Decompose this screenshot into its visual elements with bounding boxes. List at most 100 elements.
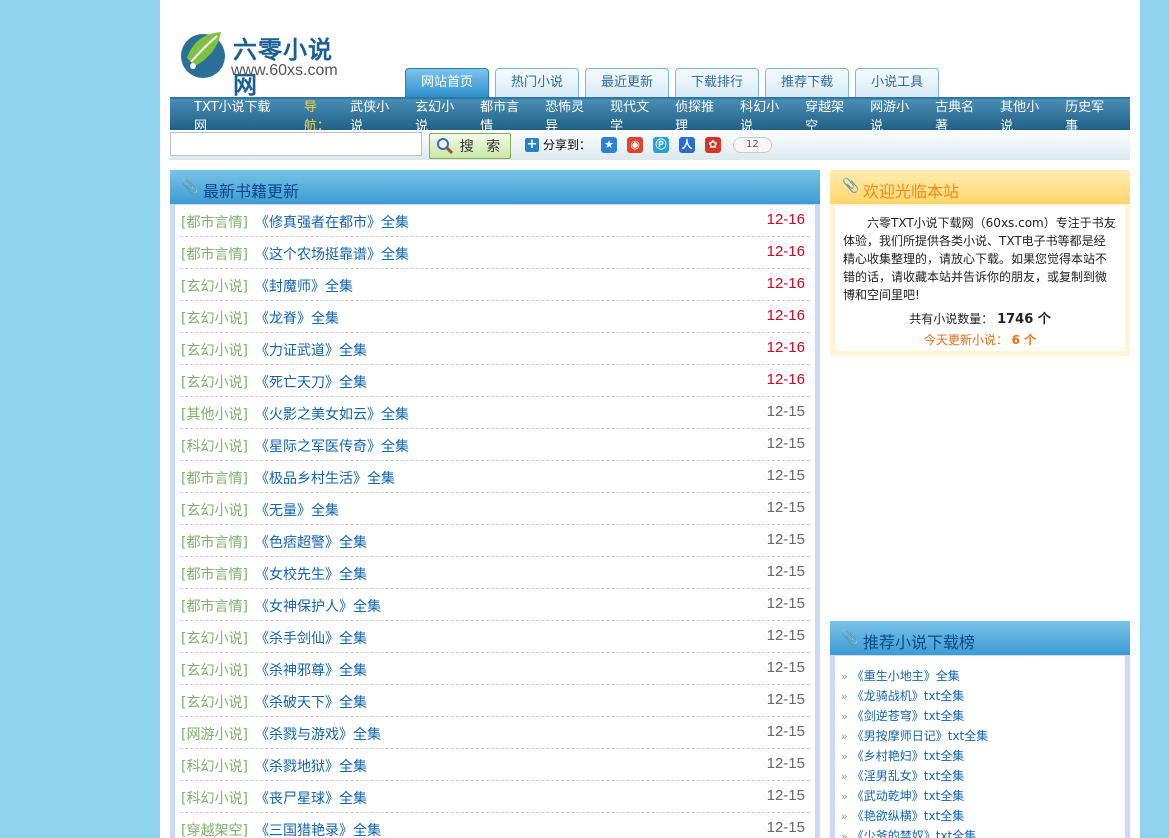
tab-recent[interactable]: 最近更新 <box>585 68 670 97</box>
book-category[interactable]: [玄幻小说] <box>181 372 248 392</box>
recommend-item[interactable]: » 《艳欲纵横》txt全集 <box>835 806 1125 826</box>
book-category[interactable]: [科幻小说] <box>181 756 248 776</box>
book-title-link[interactable]: 《杀手剑仙》全集 <box>255 628 367 648</box>
book-title-link[interactable]: 《火影之美女如云》全集 <box>255 404 409 424</box>
today-update-value: 6 个 <box>1011 333 1037 347</box>
nav-item[interactable]: 其他小说 <box>1000 96 1051 134</box>
book-category[interactable]: [都市言情] <box>181 468 248 488</box>
book-category[interactable]: [都市言情] <box>181 564 248 584</box>
book-category[interactable]: [玄幻小说] <box>181 340 248 360</box>
book-category[interactable]: [网游小说] <box>181 724 248 744</box>
novel-count: 共有小说数量： 1746 个 <box>835 308 1125 327</box>
book-category[interactable]: [都市言情] <box>181 212 248 232</box>
renren-icon[interactable]: 人 <box>679 136 696 153</box>
book-category[interactable]: [其他小说] <box>181 404 248 424</box>
paperclip-icon: 📎 <box>181 179 199 195</box>
book-title-link[interactable]: 《封魔师》全集 <box>255 276 353 296</box>
site-logo[interactable]: 六零小说网 www.60xs.com <box>177 26 357 99</box>
book-row: [玄幻小说] 《无量》全集 12-15 <box>180 493 810 525</box>
book-title-link[interactable]: 《杀戮地狱》全集 <box>255 756 367 776</box>
book-category[interactable]: [玄幻小说] <box>181 692 248 712</box>
book-title-link[interactable]: 《女校先生》全集 <box>255 564 367 584</box>
book-title-link[interactable]: 《这个农场挺靠谱》全集 <box>255 244 409 264</box>
book-title-link[interactable]: 《丧尸星球》全集 <box>255 788 367 808</box>
category-nav: TXT小说下载网 导航： 武侠小说 玄幻小说 都市言情 恐怖灵异 现代文学 侦探… <box>170 96 1130 134</box>
book-title-link[interactable]: 《杀戮与游戏》全集 <box>255 724 381 744</box>
tab-download-rank[interactable]: 下载排行 <box>675 68 760 97</box>
nav-brand[interactable]: TXT小说下载网 <box>194 96 282 134</box>
book-category[interactable]: [都市言情] <box>181 596 248 616</box>
search-button[interactable]: 搜 索 <box>429 133 511 159</box>
nav-item[interactable]: 科幻小说 <box>740 96 791 134</box>
recommend-item[interactable]: » 《乡村艳妇》txt全集 <box>835 746 1125 766</box>
book-date: 12-16 <box>766 211 805 228</box>
book-category[interactable]: [都市言情] <box>181 244 248 264</box>
book-title-link[interactable]: 《星际之军医传奇》全集 <box>255 436 409 456</box>
nav-item[interactable]: 都市言情 <box>480 96 531 134</box>
book-title-link[interactable]: 《色痞超警》全集 <box>255 532 367 552</box>
book-category[interactable]: [科幻小说] <box>181 436 248 456</box>
search-input[interactable] <box>170 132 422 156</box>
recommend-item-title[interactable]: 《艳欲纵横》txt全集 <box>852 809 965 823</box>
double-arrow-icon: » <box>841 710 848 723</box>
book-title-link[interactable]: 《死亡天刀》全集 <box>255 372 367 392</box>
book-category[interactable]: [玄幻小说] <box>181 660 248 680</box>
book-title-link[interactable]: 《三国猎艳录》全集 <box>255 820 381 838</box>
nav-item[interactable]: 玄幻小说 <box>415 96 466 134</box>
book-category[interactable]: [科幻小说] <box>181 788 248 808</box>
kaixin-icon[interactable]: ✿ <box>705 136 722 153</box>
book-title-link[interactable]: 《杀神邪尊》全集 <box>255 660 367 680</box>
tab-hot[interactable]: 热门小说 <box>495 68 580 97</box>
book-title-link[interactable]: 《女神保护人》全集 <box>255 596 381 616</box>
double-arrow-icon: » <box>841 730 848 743</box>
book-title-link[interactable]: 《龙脊》全集 <box>255 308 339 328</box>
book-row: [科幻小说] 《丧尸星球》全集 12-15 <box>180 781 810 813</box>
recommend-item[interactable]: » 《淫男乱女》txt全集 <box>835 766 1125 786</box>
nav-item[interactable]: 武侠小说 <box>350 96 401 134</box>
recommend-item-title[interactable]: 《男按摩师日记》txt全集 <box>852 729 989 743</box>
welcome-header: 📎 欢迎光临本站 <box>830 170 1130 204</box>
book-title-link[interactable]: 《无量》全集 <box>255 500 339 520</box>
recommend-item-title[interactable]: 《剑逆苍穹》txt全集 <box>852 709 965 723</box>
recommend-item-title[interactable]: 《乡村艳妇》txt全集 <box>852 749 965 763</box>
recommend-item[interactable]: » 《男按摩师日记》txt全集 <box>835 726 1125 746</box>
book-title-link[interactable]: 《极品乡村生活》全集 <box>255 468 395 488</box>
tencent-weibo-icon[interactable]: Ⓟ <box>653 136 670 153</box>
book-category[interactable]: [玄幻小说] <box>181 308 248 328</box>
weibo-icon[interactable]: ◉ <box>627 136 644 153</box>
recommend-item-title[interactable]: 《武动乾坤》txt全集 <box>852 789 965 803</box>
book-title-link[interactable]: 《修真强者在都市》全集 <box>255 212 409 232</box>
book-row: [都市言情] 《女校先生》全集 12-15 <box>180 557 810 589</box>
nav-item[interactable]: 网游小说 <box>870 96 921 134</box>
nav-item[interactable]: 侦探推理 <box>675 96 726 134</box>
book-category[interactable]: [穿越架空] <box>181 820 248 838</box>
qzone-icon[interactable]: ★ <box>601 136 618 153</box>
book-category[interactable]: [玄幻小说] <box>181 500 248 520</box>
book-title-link[interactable]: 《力证武道》全集 <box>255 340 367 360</box>
book-category[interactable]: [玄幻小说] <box>181 628 248 648</box>
book-date: 12-16 <box>766 339 805 356</box>
recommend-item[interactable]: » 《武动乾坤》txt全集 <box>835 786 1125 806</box>
book-category[interactable]: [玄幻小说] <box>181 276 248 296</box>
recommend-item-title[interactable]: 《少爷的禁奴》txt全集 <box>852 829 977 838</box>
book-title-link[interactable]: 《杀破天下》全集 <box>255 692 367 712</box>
recommend-item-title[interactable]: 《龙骑战机》txt全集 <box>852 689 965 703</box>
recommend-item-title[interactable]: 《重生小地主》全集 <box>852 669 960 683</box>
recommend-item[interactable]: » 《重生小地主》全集 <box>835 666 1125 686</box>
nav-item[interactable]: 历史军事 <box>1065 96 1116 134</box>
book-row: [都市言情] 《色痞超警》全集 12-15 <box>180 525 810 557</box>
book-row: [玄幻小说] 《杀手剑仙》全集 12-15 <box>180 621 810 653</box>
recommend-item[interactable]: » 《少爷的禁奴》txt全集 <box>835 826 1125 838</box>
tab-tools[interactable]: 小说工具 <box>855 68 940 97</box>
recommend-item[interactable]: » 《龙骑战机》txt全集 <box>835 686 1125 706</box>
tab-recommend[interactable]: 推荐下载 <box>765 68 850 97</box>
book-category[interactable]: [都市言情] <box>181 532 248 552</box>
nav-item[interactable]: 恐怖灵异 <box>545 96 596 134</box>
recommend-item[interactable]: » 《剑逆苍穹》txt全集 <box>835 706 1125 726</box>
nav-item[interactable]: 现代文学 <box>610 96 661 134</box>
tab-home[interactable]: 网站首页 <box>405 68 490 97</box>
plus-icon[interactable]: + <box>525 137 539 152</box>
recommend-item-title[interactable]: 《淫男乱女》txt全集 <box>852 769 965 783</box>
nav-item[interactable]: 穿越架空 <box>805 96 856 134</box>
nav-item[interactable]: 古典名著 <box>935 96 986 134</box>
